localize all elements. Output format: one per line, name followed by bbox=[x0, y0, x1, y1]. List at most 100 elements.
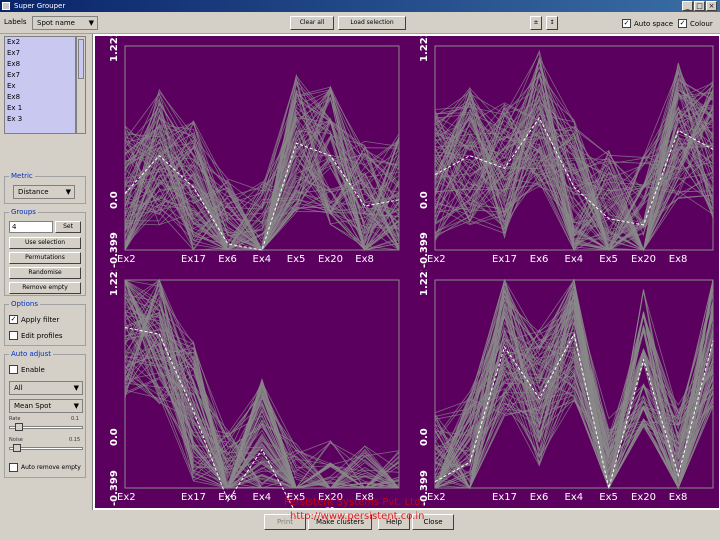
x-tick-label: Ex5 bbox=[599, 254, 618, 265]
x-tick-label: Ex8 bbox=[668, 492, 688, 503]
y-tick-label: 0.0 bbox=[419, 428, 430, 446]
cluster-plot[interactable]: 1.221 0.0 -0.399 Ex2 Ex17 Ex6 Ex4 Ex5 Ex20 Ex8 bbox=[405, 36, 719, 270]
y-tick-label: 1.221 bbox=[109, 36, 120, 62]
close-window-button[interactable]: × bbox=[706, 1, 717, 11]
randomise-button[interactable]: Randomise bbox=[9, 267, 81, 279]
load-selection-button[interactable]: Load selection bbox=[338, 16, 406, 30]
use-selection-button[interactable]: Use selection bbox=[9, 237, 81, 249]
colour-label: Colour bbox=[690, 20, 713, 28]
x-tick-label: Ex8 bbox=[355, 254, 374, 265]
remove-empty-button[interactable]: Remove empty bbox=[9, 282, 81, 294]
slider1-label: Rate bbox=[9, 416, 21, 422]
group-count-input[interactable]: 4 bbox=[9, 221, 53, 233]
x-tick-label: Ex5 bbox=[599, 492, 618, 503]
auto-remove-checkbox[interactable]: Auto remove empty bbox=[9, 463, 81, 473]
cluster-plot[interactable]: 1.221 0.0 -0.399 Ex2 Ex17 Ex6 Ex4 Ex5 Ex20 Ex8 bbox=[405, 270, 719, 508]
y-tick-label: 0.0 bbox=[109, 428, 120, 446]
cluster-plot[interactable]: 1.221 0.0 -0.399 Ex2 Ex17 Ex6 Ex4 Ex5 Ex20 Ex8 bbox=[95, 270, 405, 508]
zoom-reset-icon[interactable]: ↕ bbox=[546, 16, 558, 30]
y-tick-label: 0.0 bbox=[109, 191, 120, 209]
chevron-down-icon: ▼ bbox=[65, 188, 71, 196]
metric-combo[interactable]: Distance ▼ bbox=[13, 185, 75, 199]
profile-chart bbox=[124, 278, 400, 508]
app-icon bbox=[2, 2, 10, 10]
y-tick-label: 1.221 bbox=[419, 270, 430, 296]
noise-slider-thumb[interactable] bbox=[13, 444, 21, 452]
scrollbar-thumb[interactable] bbox=[78, 39, 84, 79]
x-tick-label: Ex2 bbox=[117, 492, 136, 503]
x-tick-label: Ex4 bbox=[564, 492, 584, 503]
auto-space-label: Auto space bbox=[634, 20, 674, 28]
list-item[interactable]: Ex8 bbox=[5, 92, 75, 103]
x-tick-label: Ex4 bbox=[252, 492, 272, 503]
auto-space-checkbox[interactable]: ✓ Auto space bbox=[622, 19, 673, 29]
y-tick-label: 1.221 bbox=[109, 270, 120, 296]
stat-combo[interactable]: Mean Spot ▼ bbox=[9, 399, 83, 413]
permutations-button[interactable]: Permutations bbox=[9, 252, 81, 264]
x-tick-label: Ex20 bbox=[631, 254, 656, 265]
metric-combo-value: Distance bbox=[18, 188, 49, 196]
profile-chart bbox=[434, 45, 714, 252]
profile-chart bbox=[124, 45, 400, 252]
x-tick-label: Ex20 bbox=[631, 492, 656, 503]
maximize-button[interactable]: □ bbox=[694, 1, 705, 11]
control-panel: Ex2 Ex7 Ex8 Ex7 Ex Ex8 Ex 1 Ex 3 Metric … bbox=[0, 34, 90, 540]
metric-section: Metric Distance ▼ bbox=[4, 172, 86, 204]
labels-combo[interactable]: Spot name ▼ bbox=[32, 16, 98, 30]
label-list-scrollbar[interactable] bbox=[76, 36, 86, 134]
auto-adjust-section: Auto adjust Enable All ▼ Mean Spot ▼ Rat… bbox=[4, 350, 86, 478]
x-tick-label: Ex2 bbox=[117, 254, 136, 265]
list-item[interactable]: Ex 3 bbox=[5, 114, 75, 125]
slider2-value: 0.15 bbox=[69, 437, 81, 443]
label-list[interactable]: Ex2 Ex7 Ex8 Ex7 Ex Ex8 Ex 1 Ex 3 bbox=[4, 36, 76, 134]
set-button[interactable]: Set bbox=[55, 221, 81, 233]
apply-filter-checkbox[interactable]: ✓ Apply filter bbox=[9, 315, 59, 325]
groups-section: Groups 4 Set Use selection Permutations … bbox=[4, 208, 86, 296]
enable-checkbox[interactable]: Enable bbox=[9, 365, 45, 375]
x-tick-label: Ex17 bbox=[181, 254, 206, 265]
list-item[interactable]: Ex2 bbox=[5, 37, 75, 48]
list-item[interactable]: Ex8 bbox=[5, 59, 75, 70]
edit-profiles-check-icon bbox=[9, 331, 18, 340]
toolbar: Labels Spot name ▼ Clear all Load select… bbox=[0, 12, 720, 34]
x-tick-label: Ex20 bbox=[318, 254, 343, 265]
title-bar: Super Grouper _ □ × bbox=[0, 0, 720, 12]
zoom-spinner-icon[interactable]: ± bbox=[530, 16, 542, 30]
list-item[interactable]: Ex 1 bbox=[5, 103, 75, 114]
colour-check-icon: ✓ bbox=[678, 19, 687, 28]
colour-checkbox[interactable]: ✓ Colour bbox=[678, 19, 713, 29]
scope-combo[interactable]: All ▼ bbox=[9, 381, 83, 395]
x-tick-label: Ex4 bbox=[564, 254, 584, 265]
options-title: Options bbox=[9, 300, 41, 308]
cluster-plot[interactable]: 1.221 0.0 -0.399 Ex2 Ex17 Ex6 Ex4 Ex5 Ex20 Ex8 bbox=[95, 36, 405, 270]
list-item[interactable]: Ex7 bbox=[5, 48, 75, 59]
chevron-down-icon: ▼ bbox=[73, 402, 79, 410]
options-section: Options ✓ Apply filter Edit profiles bbox=[4, 300, 86, 346]
x-tick-label: Ex6 bbox=[218, 492, 237, 503]
x-tick-label: Ex6 bbox=[218, 254, 237, 265]
enable-label: Enable bbox=[21, 366, 45, 374]
labels-combo-value: Spot name bbox=[37, 19, 75, 27]
x-tick-label: Ex17 bbox=[181, 492, 206, 503]
groups-title: Groups bbox=[9, 208, 38, 216]
rate-slider-thumb[interactable] bbox=[15, 423, 23, 431]
clear-all-button[interactable]: Clear all bbox=[290, 16, 334, 30]
watermark-line2: http://www.persistent.co.in bbox=[290, 511, 425, 522]
x-tick-label: Ex17 bbox=[492, 492, 517, 503]
minimize-button[interactable]: _ bbox=[682, 1, 693, 11]
x-tick-label: Ex8 bbox=[668, 254, 688, 265]
slider1-value: 0.1 bbox=[71, 416, 79, 422]
auto-remove-label: Auto remove empty bbox=[21, 464, 81, 471]
edit-profiles-checkbox[interactable]: Edit profiles bbox=[9, 331, 63, 341]
list-item[interactable]: Ex bbox=[5, 81, 75, 92]
x-tick-label: Ex2 bbox=[427, 254, 446, 265]
metric-title: Metric bbox=[9, 172, 35, 180]
auto-adjust-title: Auto adjust bbox=[9, 350, 53, 358]
edit-profiles-label: Edit profiles bbox=[21, 332, 63, 340]
auto-space-check-icon: ✓ bbox=[622, 19, 631, 28]
enable-check-icon bbox=[9, 365, 18, 374]
labels-label: Labels bbox=[4, 18, 27, 26]
y-tick-label: 0.0 bbox=[419, 191, 430, 209]
x-tick-label: Ex6 bbox=[529, 492, 549, 503]
list-item[interactable]: Ex7 bbox=[5, 70, 75, 81]
